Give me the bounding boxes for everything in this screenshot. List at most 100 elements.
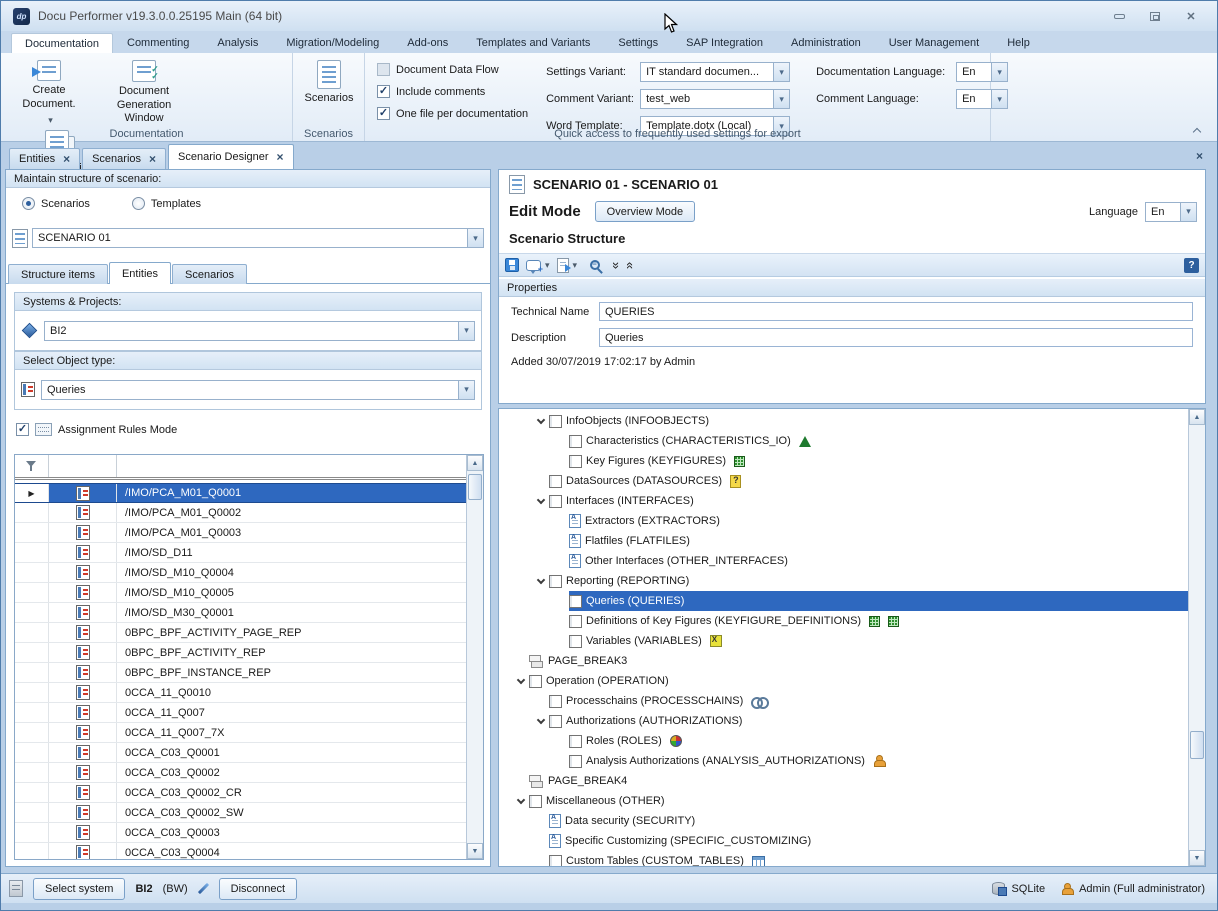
- table-row[interactable]: 0CCA_C03_Q0002_CR: [15, 783, 466, 803]
- scroll-up-icon[interactable]: [467, 455, 483, 471]
- ribbon-tab-templates[interactable]: Templates and Variants: [462, 32, 604, 53]
- ribbon-tab-sap-integration[interactable]: SAP Integration: [672, 32, 777, 53]
- ribbon-tab-settings[interactable]: Settings: [604, 32, 672, 53]
- checkbox-icon[interactable]: [549, 855, 562, 867]
- tree-item[interactable]: PAGE_BREAK3: [499, 651, 1188, 671]
- save-button[interactable]: [505, 258, 519, 272]
- radio-templates[interactable]: Templates: [132, 197, 201, 210]
- minimize-button[interactable]: [1111, 10, 1127, 23]
- tree-item[interactable]: Specific Customizing (SPECIFIC_CUSTOMIZI…: [499, 831, 1188, 851]
- scroll-up-icon[interactable]: [1189, 409, 1205, 425]
- close-tab-icon[interactable]: [277, 150, 284, 164]
- include-comments-checkbox[interactable]: Include comments: [377, 85, 528, 98]
- disconnect-button[interactable]: Disconnect: [219, 878, 297, 900]
- one-file-checkbox[interactable]: One file per documentation: [377, 107, 528, 120]
- checkbox-icon[interactable]: [549, 695, 562, 708]
- checkbox-icon[interactable]: [569, 455, 582, 468]
- scrollbar-thumb[interactable]: [468, 474, 482, 500]
- close-tab-icon[interactable]: [149, 152, 156, 166]
- collapse-ribbon-icon[interactable]: [1191, 127, 1203, 137]
- collapse-all-button[interactable]: [627, 258, 634, 273]
- document-data-flow-checkbox[interactable]: Document Data Flow: [377, 63, 528, 76]
- user-status[interactable]: Admin (Full administrator): [1061, 883, 1205, 895]
- ribbon-tab-commenting[interactable]: Commenting: [113, 32, 203, 53]
- select-system-button[interactable]: Select system: [33, 878, 125, 900]
- tab-entities[interactable]: Entities: [9, 148, 80, 169]
- close-pane-icon[interactable]: [1196, 149, 1203, 163]
- tree-item[interactable]: InfoObjects (INFOOBJECTS): [499, 411, 1188, 431]
- expander-icon[interactable]: [533, 720, 549, 723]
- ribbon-tab-user-management[interactable]: User Management: [875, 32, 994, 53]
- filter-funnel-icon[interactable]: [26, 461, 37, 471]
- tree-item[interactable]: Key Figures (KEYFIGURES): [499, 451, 1188, 471]
- tab-scenario-designer[interactable]: Scenario Designer: [168, 144, 294, 169]
- table-row[interactable]: 0BPC_BPF_INSTANCE_REP: [15, 663, 466, 683]
- tree-item[interactable]: Variables (VARIABLES): [499, 631, 1188, 651]
- table-row[interactable]: 0BPC_BPF_ACTIVITY_REP: [15, 643, 466, 663]
- tree-item[interactable]: Miscellaneous (OTHER): [499, 791, 1188, 811]
- checkbox-icon[interactable]: [549, 575, 562, 588]
- table-row[interactable]: 0CCA_C03_Q0002_SW: [15, 803, 466, 823]
- expander-icon[interactable]: [533, 580, 549, 583]
- scenario-dropdown[interactable]: SCENARIO 01: [32, 228, 484, 248]
- chevron-down-icon[interactable]: [458, 322, 474, 340]
- tree-item[interactable]: DataSources (DATASOURCES): [499, 471, 1188, 491]
- assignment-rules-checkbox[interactable]: Assignment Rules Mode: [16, 423, 177, 436]
- comment-variant-dropdown[interactable]: test_web: [640, 89, 790, 109]
- tree-scrollbar[interactable]: [1188, 409, 1205, 866]
- checkbox-icon[interactable]: [569, 635, 582, 648]
- table-row[interactable]: /IMO/PCA_M01_Q0001: [15, 483, 466, 503]
- table-row[interactable]: 0CCA_11_Q007: [15, 703, 466, 723]
- table-row[interactable]: /IMO/PCA_M01_Q0003: [15, 523, 466, 543]
- table-row[interactable]: /IMO/PCA_M01_Q0002: [15, 503, 466, 523]
- tab-structure-items[interactable]: Structure items: [8, 264, 108, 284]
- chevron-down-icon[interactable]: [458, 381, 474, 399]
- tree-item[interactable]: Other Interfaces (OTHER_INTERFACES): [499, 551, 1188, 571]
- chevron-down-icon[interactable]: [467, 229, 483, 247]
- checkbox-icon[interactable]: [549, 495, 562, 508]
- checkbox-icon[interactable]: [529, 675, 542, 688]
- tree-item[interactable]: PAGE_BREAK4: [499, 771, 1188, 791]
- table-row[interactable]: 0CCA_C03_Q0002: [15, 763, 466, 783]
- checkbox-icon[interactable]: [569, 755, 582, 768]
- tree-item[interactable]: Analysis Authorizations (ANALYSIS_AUTHOR…: [499, 751, 1188, 771]
- tab-scenarios[interactable]: Scenarios: [82, 148, 166, 169]
- checkbox-icon[interactable]: [549, 475, 562, 488]
- create-document-button[interactable]: Create Document.: [5, 56, 93, 126]
- table-row[interactable]: 0CCA_C03_Q0004: [15, 843, 466, 859]
- chevron-down-icon[interactable]: [1180, 203, 1196, 221]
- tree-item[interactable]: Processchains (PROCESSCHAINS): [499, 691, 1188, 711]
- checkbox-icon[interactable]: [569, 435, 582, 448]
- tree-item[interactable]: Custom Tables (CUSTOM_TABLES): [499, 851, 1188, 866]
- table-row[interactable]: /IMO/SD_M10_Q0004: [15, 563, 466, 583]
- tree-item[interactable]: Roles (ROLES): [499, 731, 1188, 751]
- checkbox-icon[interactable]: [569, 735, 582, 748]
- help-button[interactable]: [1184, 258, 1199, 273]
- tab-scenarios-inner[interactable]: Scenarios: [172, 264, 247, 284]
- ribbon-tab-analysis[interactable]: Analysis: [203, 32, 272, 53]
- tree-item[interactable]: Flatfiles (FLATFILES): [499, 531, 1188, 551]
- radio-scenarios[interactable]: Scenarios: [22, 197, 90, 210]
- overview-mode-button[interactable]: Overview Mode: [595, 201, 695, 222]
- tree-item[interactable]: Interfaces (INTERFACES): [499, 491, 1188, 511]
- close-tab-icon[interactable]: [63, 152, 70, 166]
- table-row[interactable]: 0CCA_11_Q0010: [15, 683, 466, 703]
- table-row[interactable]: 0CCA_11_Q007_7X: [15, 723, 466, 743]
- settings-variant-dropdown[interactable]: IT standard documen...: [640, 62, 790, 82]
- table-row[interactable]: 0CCA_C03_Q0001: [15, 743, 466, 763]
- table-scrollbar[interactable]: [466, 455, 483, 859]
- ribbon-tab-migration[interactable]: Migration/Modeling: [272, 32, 393, 53]
- table-row[interactable]: /IMO/SD_M10_Q0005: [15, 583, 466, 603]
- close-button[interactable]: [1183, 10, 1199, 23]
- table-row[interactable]: /IMO/SD_M30_Q0001: [15, 603, 466, 623]
- database-status[interactable]: SQLite: [992, 882, 1045, 895]
- tree-item-selected[interactable]: Queries (QUERIES): [499, 591, 1188, 611]
- scroll-down-icon[interactable]: [467, 843, 483, 859]
- table-row[interactable]: /IMO/SD_D11: [15, 543, 466, 563]
- expander-icon[interactable]: [533, 420, 549, 423]
- restore-button[interactable]: [1147, 10, 1163, 23]
- comment-menu-button[interactable]: [526, 260, 550, 271]
- checkbox-icon[interactable]: [549, 415, 562, 428]
- expander-icon[interactable]: [513, 680, 529, 683]
- tree-item[interactable]: Definitions of Key Figures (KEYFIGURE_DE…: [499, 611, 1188, 631]
